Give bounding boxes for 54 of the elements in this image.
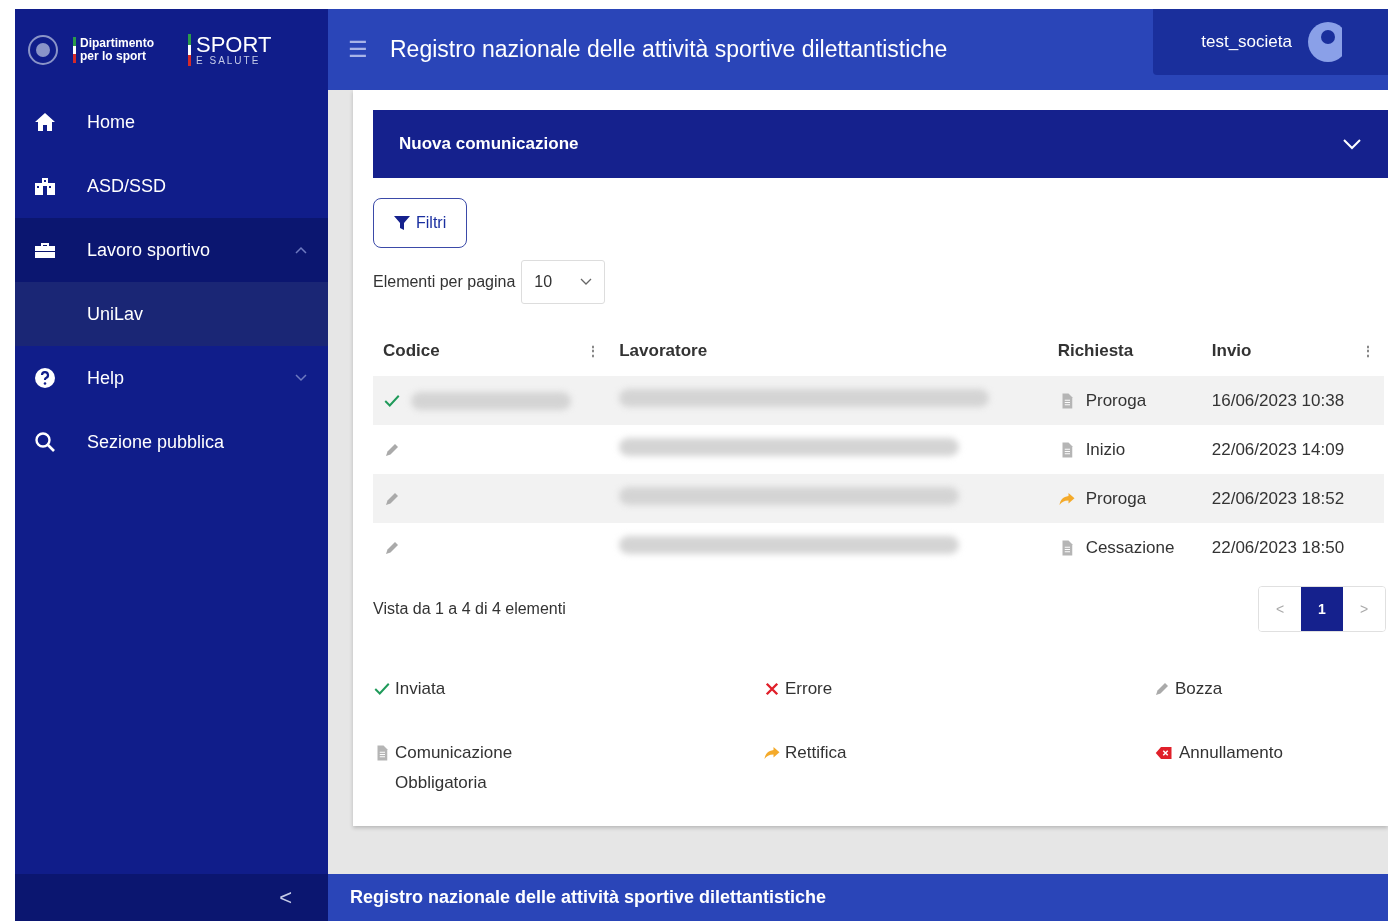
page-button[interactable]: 1 xyxy=(1301,587,1343,631)
nav-item[interactable]: Lavoro sportivo xyxy=(15,218,328,282)
legend-label: Errore xyxy=(785,678,833,700)
filter-icon xyxy=(394,215,410,231)
chevron-icon xyxy=(1342,138,1362,150)
page-size-dropdown[interactable]: 10 xyxy=(521,260,606,304)
column-header[interactable]: Codice xyxy=(383,341,440,361)
table-cell: 16/06/2023 10:38 xyxy=(1211,390,1345,410)
search-icon xyxy=(33,430,57,454)
footer-title: Registro nazionale delle attività sportive dilettantistiche xyxy=(350,887,827,908)
sort-icon[interactable]: ⋮ xyxy=(587,344,600,358)
emblem-icon xyxy=(27,33,59,66)
ministry-name: per lo sport xyxy=(80,49,146,63)
help-icon xyxy=(33,366,57,390)
table-cell: 22/06/2023 18:50 xyxy=(1211,537,1345,557)
nav-item[interactable]: Help xyxy=(15,346,328,410)
caret-icon xyxy=(580,278,593,286)
page-size-label: Elementi per pagina xyxy=(373,273,516,291)
results-summary: Vista da 1 a 4 di 4 elementi xyxy=(373,600,566,618)
legend-label: Inviata xyxy=(395,678,446,700)
backspace-icon xyxy=(1153,744,1175,762)
menu-button[interactable]: ☰ xyxy=(348,36,368,63)
legend-label: Comunicazione Obbligatoria xyxy=(395,742,514,794)
table-cell: 22/06/2023 18:52 xyxy=(1211,488,1345,508)
table-cell: Proroga xyxy=(1085,390,1147,411)
pencil-icon xyxy=(1153,680,1171,698)
user-button[interactable]: test_societa xyxy=(1153,9,1388,75)
accordion-header[interactable]: Nuova comunicazione xyxy=(373,110,1388,178)
table-cell: Cessazione xyxy=(1085,537,1175,558)
column-header[interactable]: Invio xyxy=(1211,341,1252,361)
nav-item[interactable]: Home xyxy=(15,90,328,154)
ministry-name: Dipartimento xyxy=(80,36,154,50)
nav-item[interactable]: Sezione pubblica xyxy=(15,410,328,474)
brand-name: SPORT xyxy=(196,33,272,56)
filters-button[interactable]: Filtri xyxy=(373,198,468,248)
collapse-button[interactable]: < xyxy=(273,883,298,912)
table-cell: Inizio xyxy=(1085,439,1126,460)
nav-item[interactable]: ASD/SSD xyxy=(15,154,328,218)
column-header[interactable]: Richiesta xyxy=(1057,341,1134,361)
nav-subitem[interactable]: UniLav xyxy=(15,282,328,346)
legend-label: Annullamento xyxy=(1179,742,1283,764)
app-title: Registro nazionale delle attività sportive dilettantistiche xyxy=(390,36,949,63)
close-icon xyxy=(763,680,781,698)
table-cell: 22/06/2023 14:09 xyxy=(1211,439,1345,459)
home-icon xyxy=(33,110,57,134)
sort-icon[interactable]: ⋮ xyxy=(1362,344,1374,358)
chevron-icon xyxy=(294,373,308,383)
legend-label: Bozza xyxy=(1175,678,1223,700)
table-cell: Proroga xyxy=(1085,488,1147,509)
column-header[interactable]: Lavoratore xyxy=(619,341,708,361)
brand-subtitle: E SALUTE xyxy=(196,55,262,66)
chevron-icon xyxy=(294,245,308,255)
avatar-icon xyxy=(1306,22,1342,62)
legend-label: Rettifica xyxy=(785,742,847,764)
